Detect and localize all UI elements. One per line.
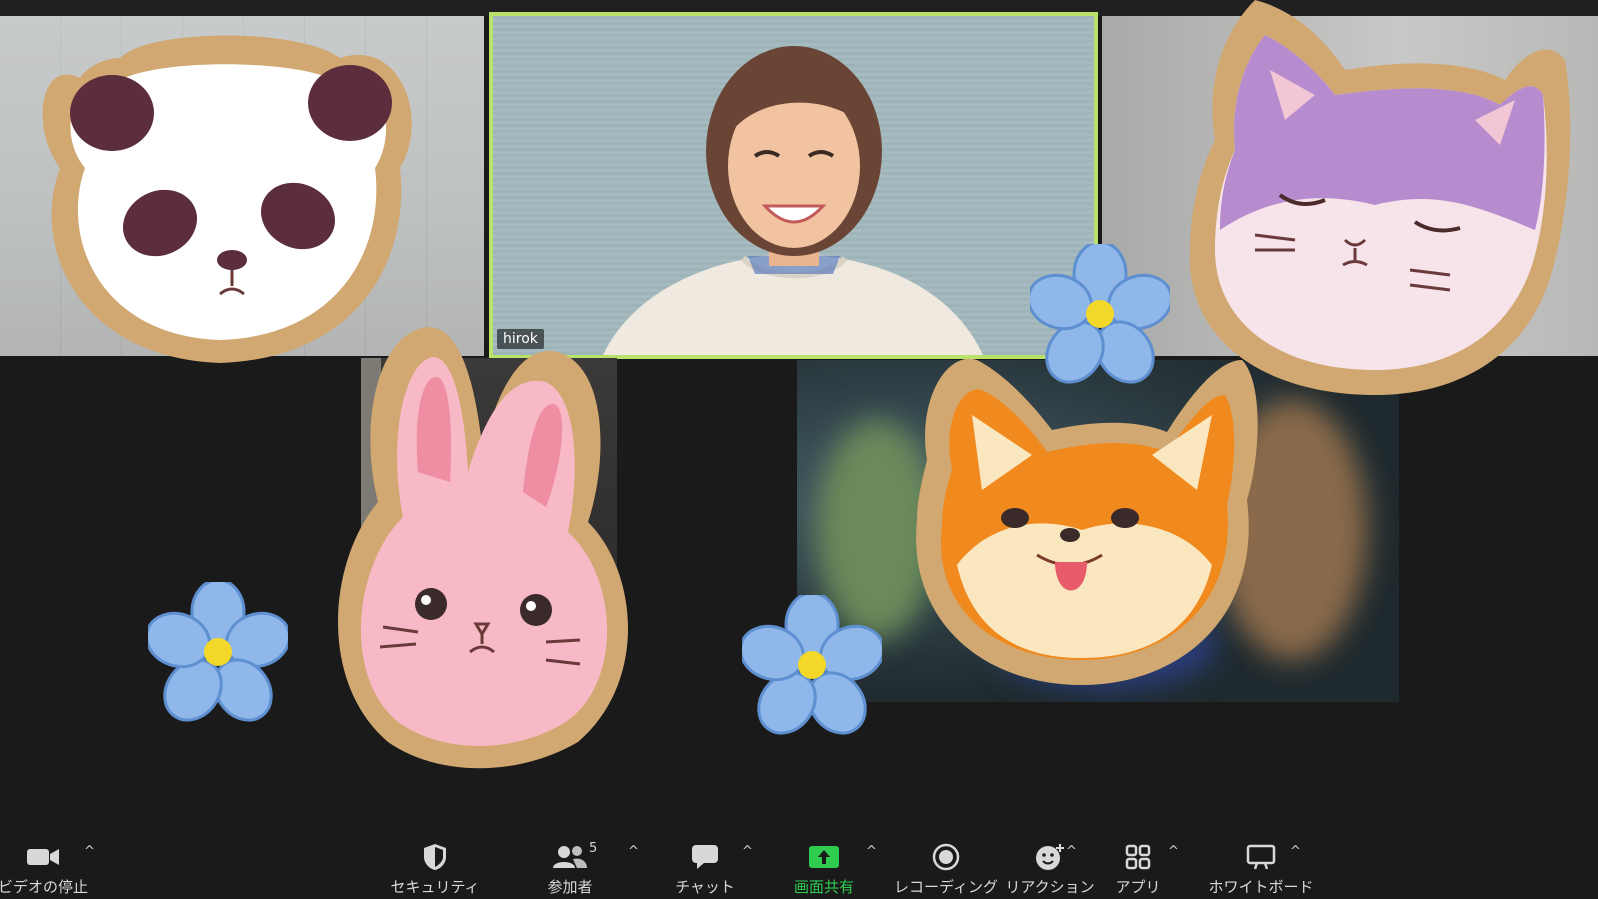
whiteboard-button[interactable]: ホワイトボード [1200, 830, 1322, 899]
apps-icon [1118, 842, 1158, 872]
record-label: レコーディング [894, 878, 998, 896]
share-screen-button[interactable]: 画面共有 [786, 830, 862, 899]
video-options-caret[interactable]: ^ [84, 844, 95, 859]
participant-portrait [603, 46, 983, 355]
chat-options-caret[interactable]: ^ [742, 844, 753, 859]
shield-icon [415, 842, 455, 872]
participants-options-caret[interactable]: ^ [628, 844, 639, 859]
chat-button[interactable]: チャット [670, 830, 740, 899]
chat-bubble-icon [685, 842, 725, 872]
people-icon [550, 842, 590, 872]
security-label: セキュリティ [390, 878, 480, 896]
security-button[interactable]: セキュリティ [390, 830, 480, 899]
reactions-options-caret[interactable]: ^ [1066, 844, 1077, 859]
share-screen-label: 画面共有 [793, 878, 854, 896]
emoji-icon [1030, 842, 1070, 872]
participants-label: 参加者 [547, 878, 593, 896]
reactions-label: リアクション [1005, 878, 1095, 896]
stop-video-button[interactable]: ビデオの停止 [0, 830, 89, 899]
apps-options-caret[interactable]: ^ [1168, 844, 1179, 859]
record-icon [926, 842, 966, 872]
record-button[interactable]: レコーディング [890, 830, 1002, 899]
video-camera-icon [23, 842, 63, 872]
blue-flower-sticker [148, 582, 288, 722]
active-speaker-video-tile[interactable]: hirok [489, 12, 1098, 359]
stop-video-label: ビデオの停止 [0, 878, 89, 896]
participant-count: 5 [589, 841, 598, 856]
whiteboard-icon [1241, 842, 1281, 872]
meeting-toolbar: ビデオの停止 ^ セキュリティ 参加者 5 ^ チャット ^ 画面共有 ^ レコ… [0, 830, 1598, 899]
share-options-caret[interactable]: ^ [866, 844, 877, 859]
blue-flower-sticker [742, 595, 882, 735]
whiteboard-label: ホワイトボード [1208, 878, 1314, 896]
apps-label: アプリ [1115, 878, 1161, 896]
blue-flower-sticker [1030, 244, 1170, 384]
rabbit-cookie-sticker [338, 327, 628, 769]
share-screen-icon [804, 842, 844, 872]
chat-label: チャット [675, 878, 735, 896]
whiteboard-options-caret[interactable]: ^ [1290, 844, 1301, 859]
reactions-button[interactable]: リアクション [1003, 830, 1097, 899]
apps-button[interactable]: アプリ [1112, 830, 1164, 899]
shiba-dog-cookie-sticker [916, 358, 1258, 685]
